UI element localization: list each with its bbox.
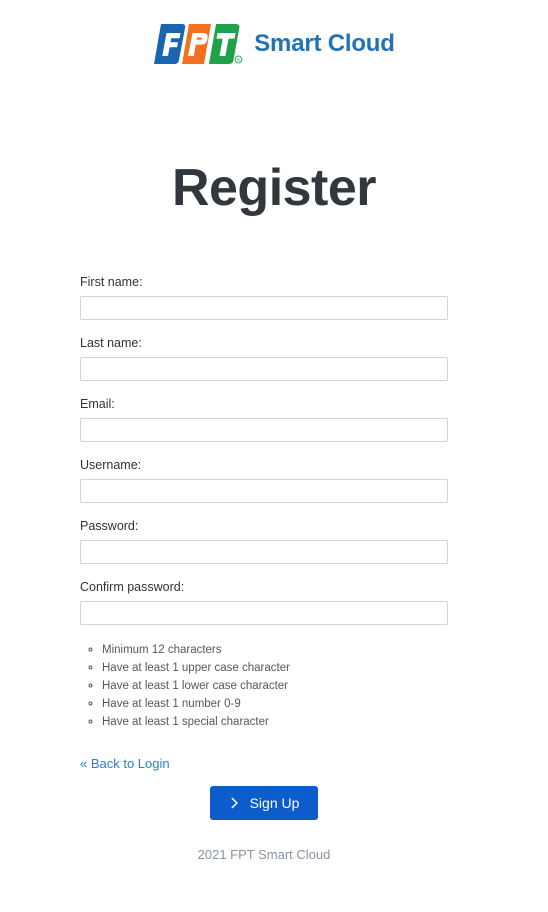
field-confirm-password: Confirm password: xyxy=(80,580,448,625)
list-item: Have at least 1 number 0-9 xyxy=(102,695,448,713)
footer-text: 2021 FPT Smart Cloud xyxy=(197,847,331,862)
password-label: Password: xyxy=(80,519,139,533)
brand-name: Smart Cloud xyxy=(254,30,395,57)
list-item: Have at least 1 lower case character xyxy=(102,677,448,695)
confirm-password-input[interactable] xyxy=(80,601,448,625)
first-name-label: First name: xyxy=(80,275,143,289)
back-link-row: « Back to Login xyxy=(80,755,448,773)
page-title: Register xyxy=(171,159,377,217)
field-last-name: Last name: xyxy=(80,336,448,381)
last-name-input[interactable] xyxy=(80,357,448,381)
last-name-label: Last name: xyxy=(80,336,142,350)
register-form: First name: Last name: Email: Username: … xyxy=(80,214,448,863)
chevron-right-icon xyxy=(229,797,241,809)
list-item: Minimum 12 characters xyxy=(102,641,448,659)
svg-text:R: R xyxy=(237,57,240,62)
password-rules-list: Minimum 12 characters Have at least 1 up… xyxy=(80,641,448,731)
password-input[interactable] xyxy=(80,540,448,564)
field-username: Username: xyxy=(80,458,448,503)
sign-up-button[interactable]: Sign Up xyxy=(209,786,319,820)
sign-up-button-label: Sign Up xyxy=(249,795,300,811)
username-label: Username: xyxy=(80,458,142,472)
brand-header: R Smart Cloud xyxy=(0,0,548,70)
submit-row: Sign Up xyxy=(80,786,448,820)
list-item: Have at least 1 special character xyxy=(102,713,448,731)
field-password: Password: xyxy=(80,519,448,564)
email-input[interactable] xyxy=(80,418,448,442)
field-email: Email: xyxy=(80,397,448,442)
confirm-password-label: Confirm password: xyxy=(80,580,185,594)
back-to-login-link[interactable]: « Back to Login xyxy=(80,756,170,771)
first-name-input[interactable] xyxy=(80,296,448,320)
fpt-logo-icon: R xyxy=(153,22,245,66)
list-item: Have at least 1 upper case character xyxy=(102,659,448,677)
username-input[interactable] xyxy=(80,479,448,503)
field-first-name: First name: xyxy=(80,275,448,320)
email-label: Email: xyxy=(80,397,115,411)
